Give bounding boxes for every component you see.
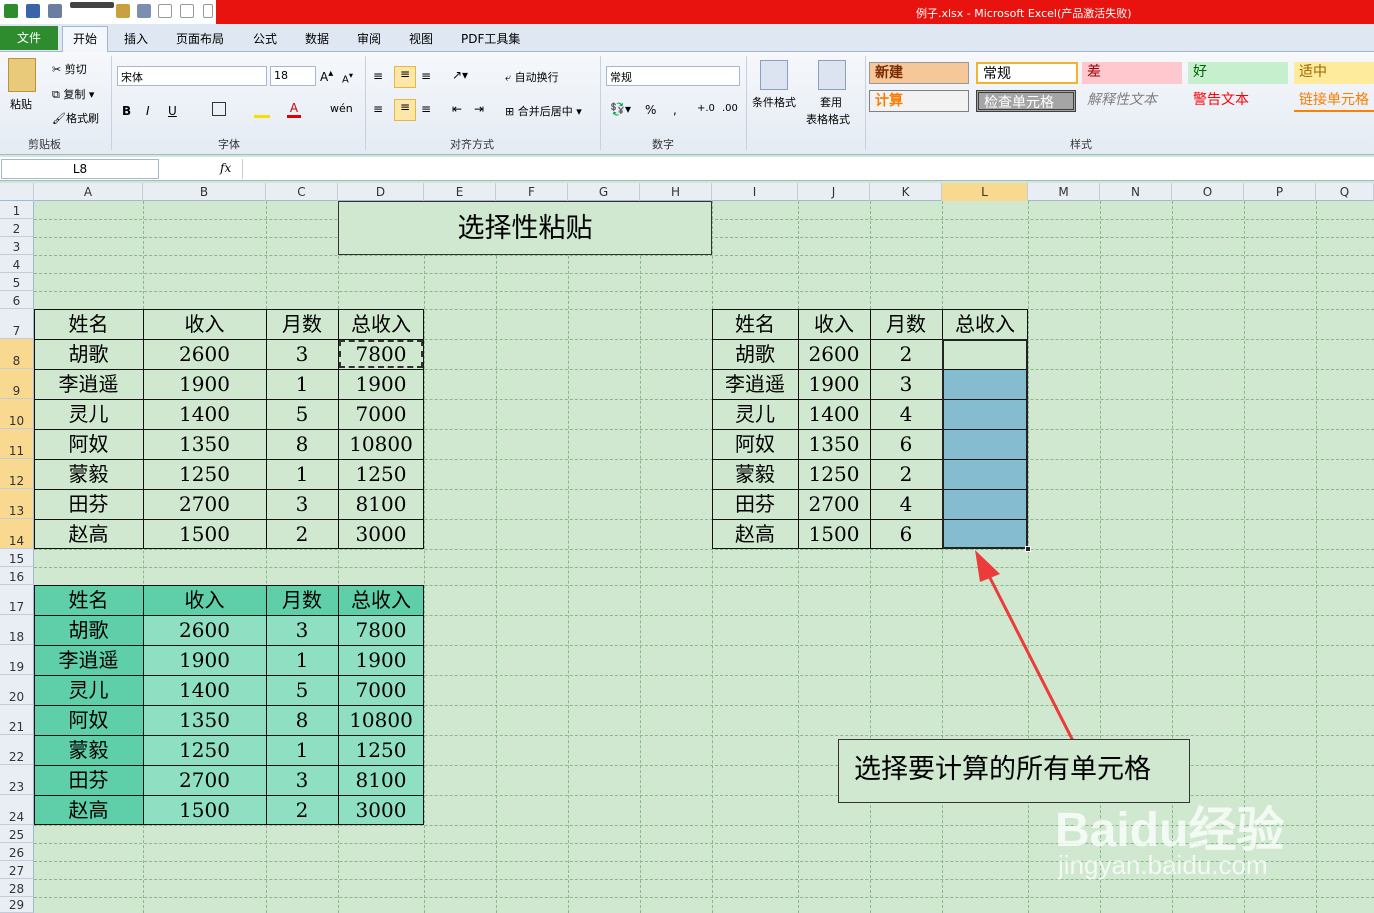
watermark-url: jingyan.baidu.com: [1058, 850, 1268, 880]
